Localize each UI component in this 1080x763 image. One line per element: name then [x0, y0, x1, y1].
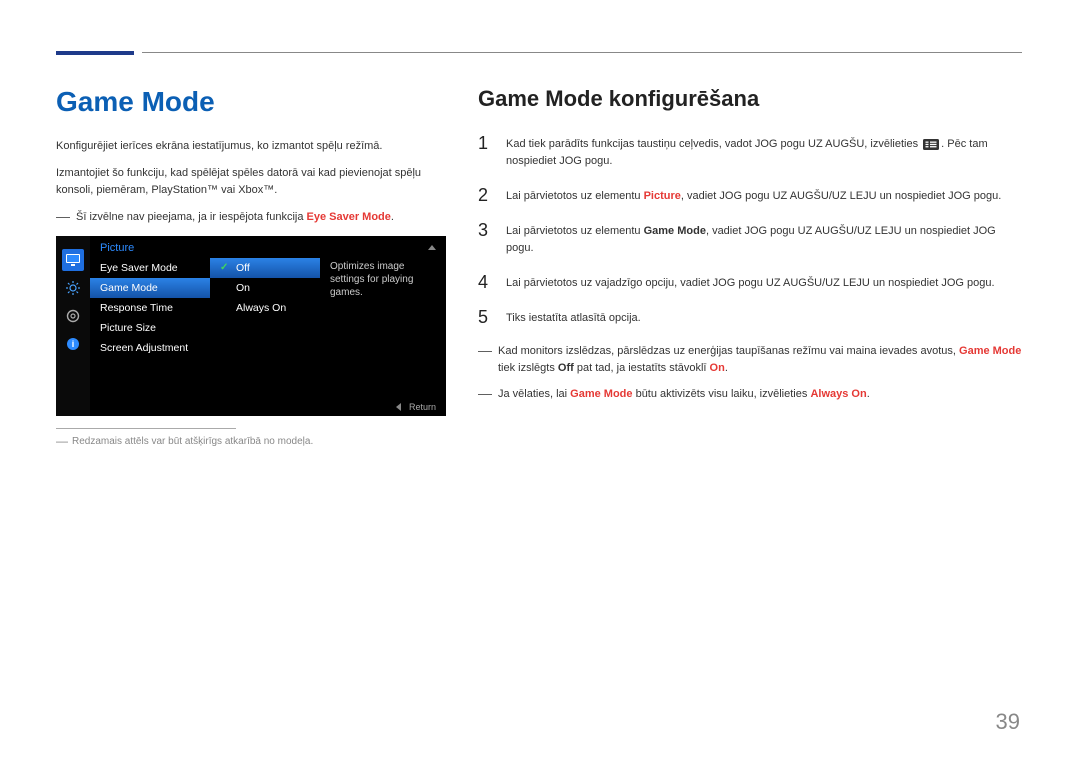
step-text: Lai pārvietotos uz elementu Game Mode, v…	[506, 221, 1024, 257]
svg-text:i: i	[72, 339, 75, 349]
description-line-2: Izmantojiet šo funkciju, kad spēlējat sp…	[56, 165, 446, 199]
note-tail: .	[391, 211, 394, 223]
footnote-text: Redzamais attēls var būt atšķirīgs atkar…	[72, 435, 313, 449]
note-highlight: Eye Saver Mode	[307, 211, 391, 223]
step-text: Lai pārvietotos uz vajadzīgo opciju, vad…	[506, 273, 1024, 292]
note-text: Ja vēlaties, lai Game Mode būtu aktivizē…	[498, 386, 1024, 403]
osd-up-arrow-icon	[428, 245, 436, 250]
info-icon: i	[62, 333, 84, 355]
page-number: 39	[996, 709, 1020, 735]
note-text: Kad monitors izslēdzas, pārslēdzas uz en…	[498, 343, 1024, 376]
step-item: 1 Kad tiek parādīts funkcijas taustiņu ce…	[478, 134, 1024, 170]
step-item: 3 Lai pārvietotos uz elementu Game Mode, …	[478, 221, 1024, 257]
step-number: 2	[478, 186, 492, 205]
osd-option-off: ✓Off	[210, 258, 320, 278]
footnote: ― Redzamais attēls var būt atšķirīgs atk…	[56, 435, 446, 449]
checkmark-icon: ✓	[220, 263, 230, 273]
step-text: Tiks iestatīta atlasītā opcija.	[506, 308, 1024, 327]
osd-header-label: Picture	[100, 242, 134, 254]
footnote-rule	[56, 428, 236, 429]
steps-list: 1 Kad tiek parādīts funkcijas taustiņu ce…	[478, 134, 1024, 327]
step-number: 1	[478, 134, 492, 170]
osd-item-picture-size: Picture Size	[90, 318, 210, 338]
note-item: ―Kad monitors izslēdzas, pārslēdzas uz e…	[478, 343, 1024, 376]
step-number: 4	[478, 273, 492, 292]
osd-screenshot: i Picture Eye Saver Mode Game Mode Respo…	[56, 236, 446, 416]
osd-help-text: Optimizes image settings for playing gam…	[320, 256, 446, 416]
step-number: 3	[478, 221, 492, 257]
note-text: Šī izvēlne nav pieejama, ja ir iespējota…	[76, 211, 307, 223]
section-title: Game Mode	[56, 86, 446, 118]
osd-option-on: On	[210, 278, 320, 298]
header-rule-accent	[56, 51, 134, 55]
brightness-icon	[62, 277, 84, 299]
menu-icon	[923, 139, 939, 150]
step-item: 5 Tiks iestatīta atlasītā opcija.	[478, 308, 1024, 327]
osd-menu-list: Eye Saver Mode Game Mode Response Time P…	[90, 256, 210, 416]
step-text: Lai pārvietotos uz elementu Picture, vad…	[506, 186, 1024, 205]
notes-list: ―Kad monitors izslēdzas, pārslēdzas uz e…	[478, 343, 1024, 403]
osd-item-game-mode: Game Mode	[90, 278, 210, 298]
note-eye-saver: ― Šī izvēlne nav pieejama, ja ir iespējo…	[56, 209, 446, 226]
gear-icon	[62, 305, 84, 327]
osd-back-arrow-icon	[396, 403, 401, 411]
step-item: 2 Lai pārvietotos uz elementu Picture, va…	[478, 186, 1024, 205]
osd-option-always-on: Always On	[210, 298, 320, 318]
subsection-title: Game Mode konfigurēšana	[478, 86, 1024, 112]
header-rule	[56, 44, 1024, 62]
header-rule-line	[142, 52, 1022, 53]
osd-return-label: Return	[409, 402, 436, 412]
osd-item-response-time: Response Time	[90, 298, 210, 318]
osd-option-list: ✓Off On Always On	[210, 256, 320, 416]
monitor-icon	[62, 249, 84, 271]
osd-item-eye-saver: Eye Saver Mode	[90, 258, 210, 278]
osd-sidebar: i	[56, 236, 90, 416]
step-item: 4 Lai pārvietotos uz vajadzīgo opciju, va…	[478, 273, 1024, 292]
osd-item-screen-adjustment: Screen Adjustment	[90, 338, 210, 358]
step-text: Kad tiek parādīts funkcijas taustiņu ceļ…	[506, 134, 1024, 170]
step-number: 5	[478, 308, 492, 327]
osd-footer: Return	[396, 402, 436, 412]
note-item: ―Ja vēlaties, lai Game Mode būtu aktiviz…	[478, 386, 1024, 403]
description-line-1: Konfigurējiet ierīces ekrāna iestatījumu…	[56, 138, 446, 155]
